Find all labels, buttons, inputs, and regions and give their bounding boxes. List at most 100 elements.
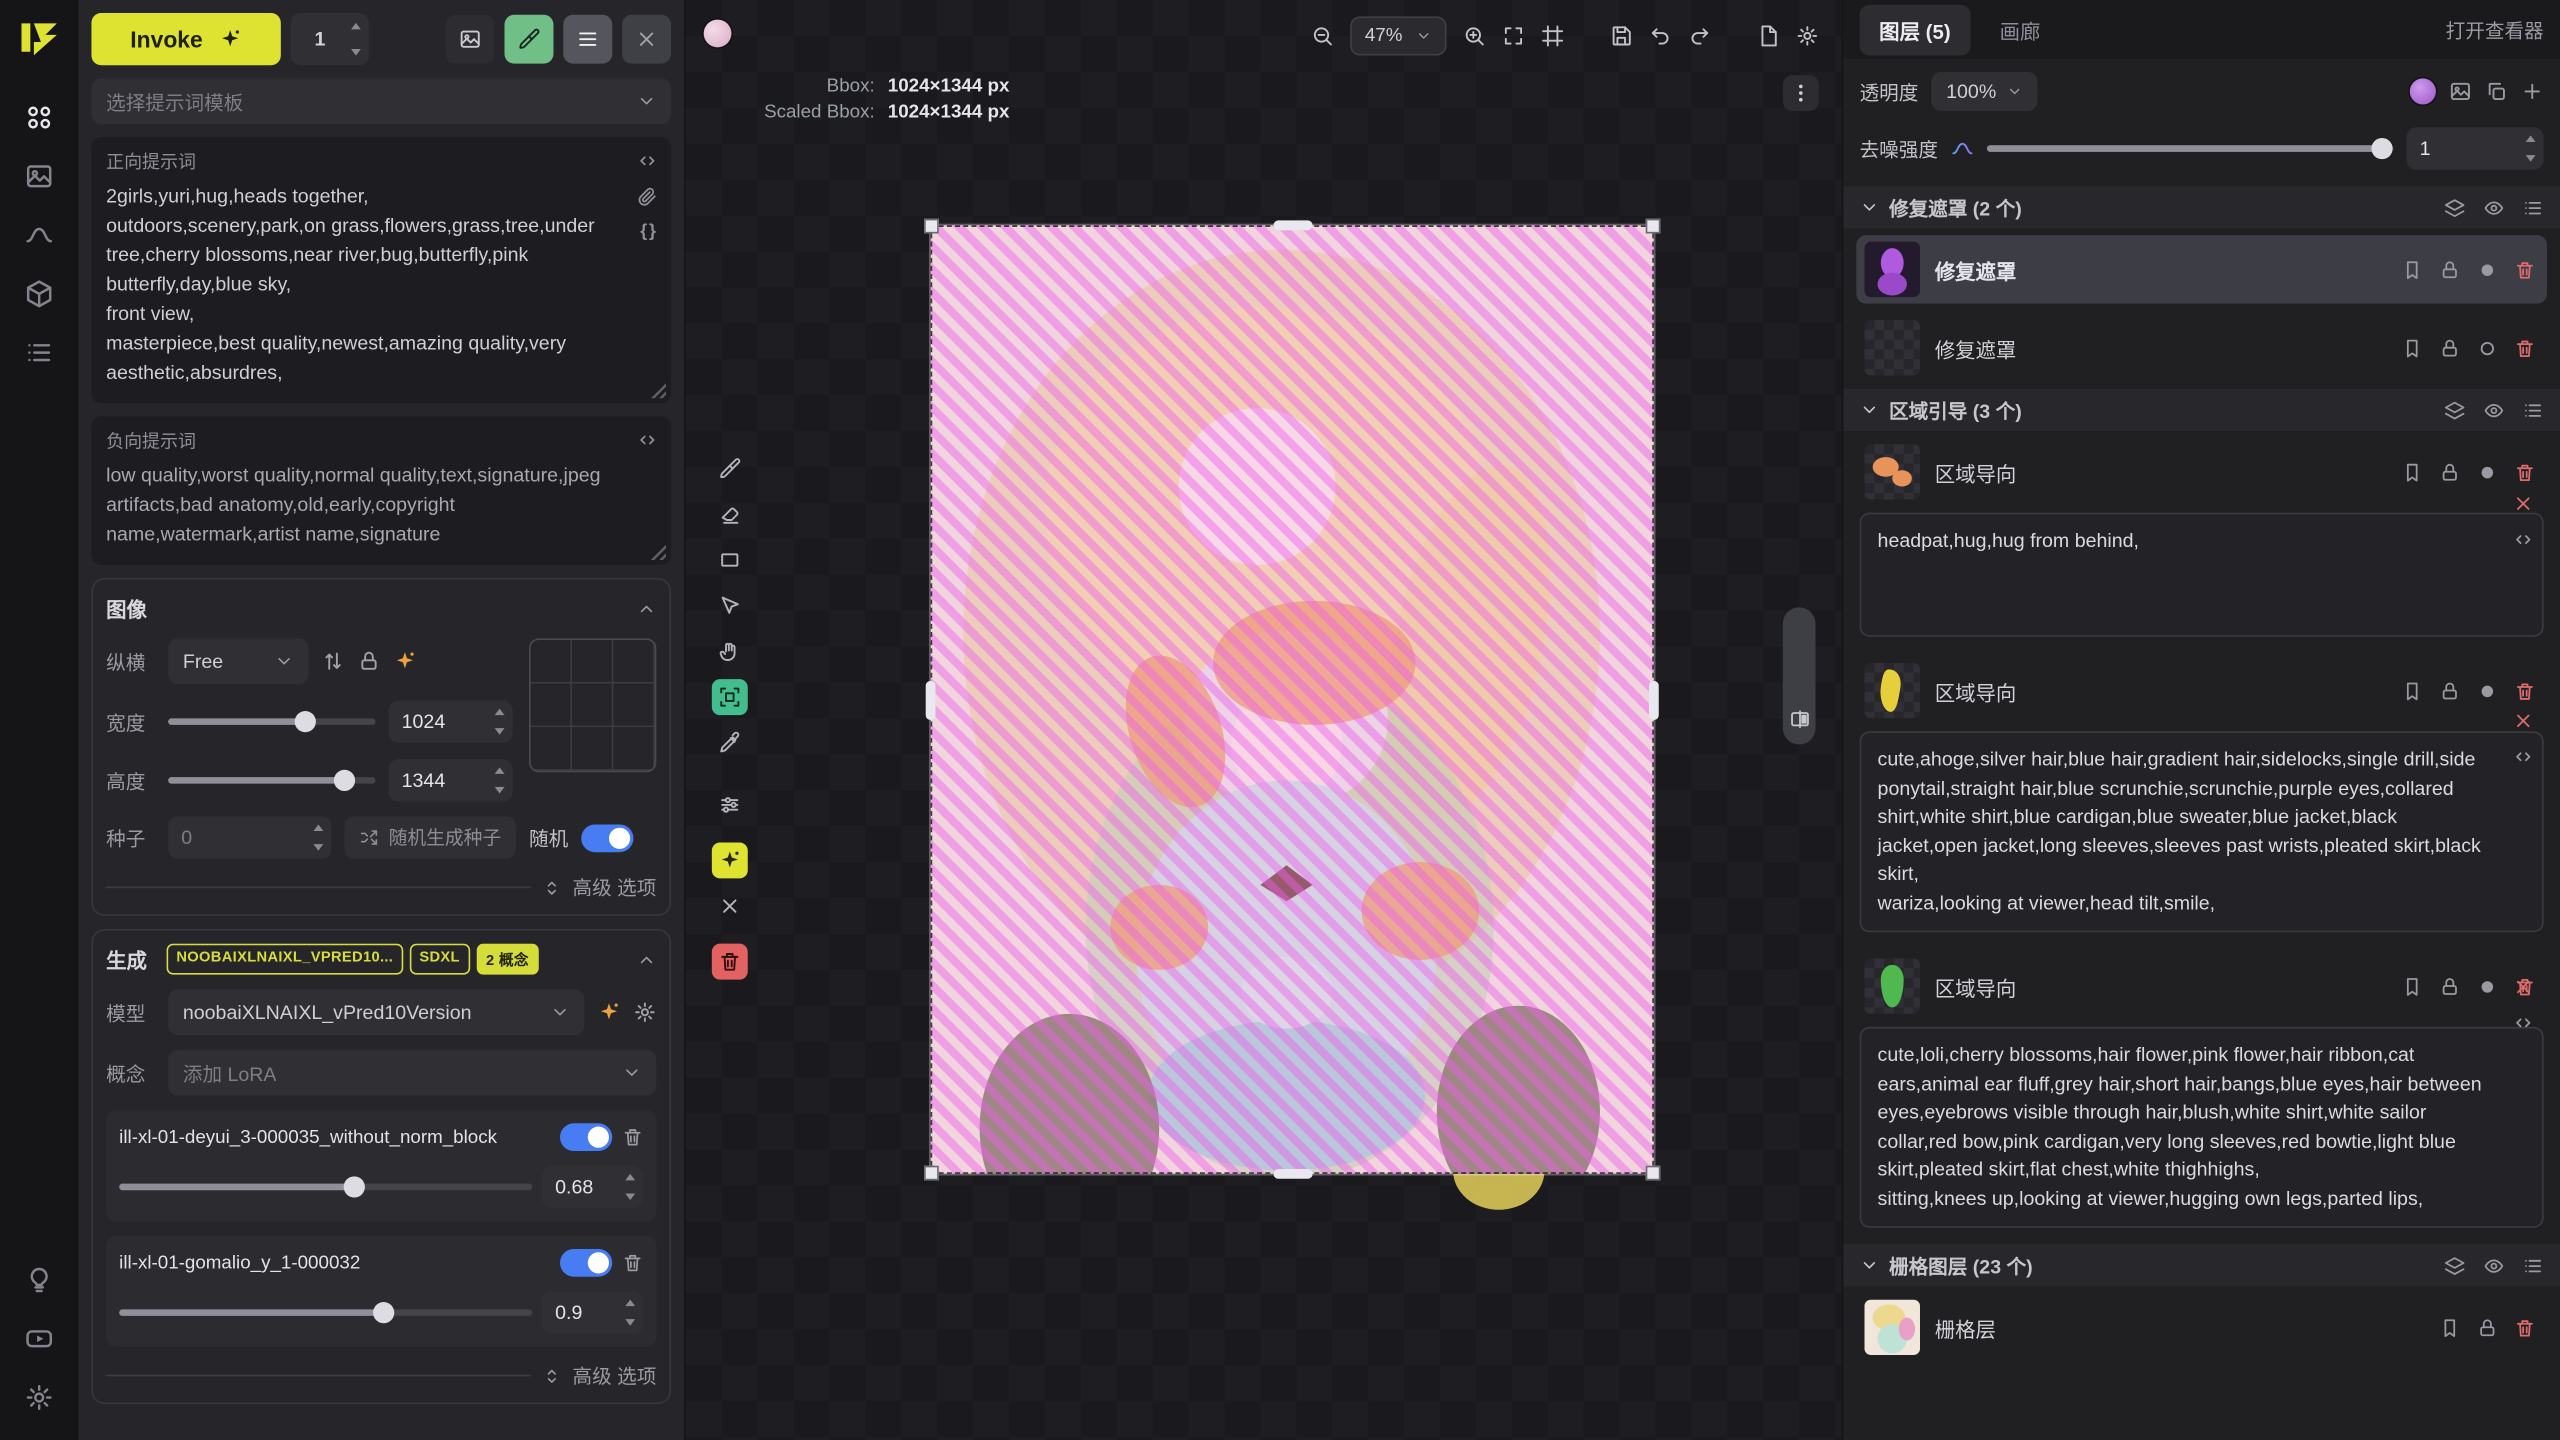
- move-tool[interactable]: [712, 588, 748, 624]
- enabled-indicator-icon[interactable]: [2477, 337, 2498, 358]
- trash-icon[interactable]: [2514, 1317, 2535, 1338]
- add-layer-icon[interactable]: [2521, 80, 2544, 103]
- add-lora-select[interactable]: 添加 LoRA: [168, 1050, 656, 1096]
- enabled-indicator-icon[interactable]: [2477, 461, 2498, 482]
- help-icon[interactable]: [11, 1257, 67, 1303]
- embed-code-icon[interactable]: [637, 150, 658, 171]
- compare-toggle-button[interactable]: [1784, 704, 1813, 733]
- swap-dimensions-icon[interactable]: [322, 650, 345, 673]
- regional-prompt-input[interactable]: cute,ahoge,silver hair,blue hair,gradien…: [1860, 731, 2544, 932]
- default-settings-icon[interactable]: [598, 1001, 621, 1024]
- videos-icon[interactable]: [11, 1316, 67, 1362]
- layer-row-inpaint-mask[interactable]: 修复遮罩: [1856, 313, 2547, 382]
- eyedropper-tool[interactable]: [712, 725, 748, 761]
- remove-prompt-icon[interactable]: [2513, 977, 2534, 998]
- width-slider[interactable]: [168, 718, 375, 725]
- queue-count-arrows[interactable]: [351, 23, 361, 56]
- lock-aspect-icon[interactable]: [358, 650, 381, 673]
- generation-bbox[interactable]: [931, 225, 1654, 1174]
- width-input[interactable]: 1024: [389, 700, 513, 742]
- height-slider[interactable]: [168, 777, 375, 784]
- bbox-handle-n[interactable]: [1273, 220, 1312, 230]
- remove-prompt-icon[interactable]: [2513, 710, 2534, 731]
- random-seed-toggle[interactable]: [581, 824, 633, 852]
- image-section-header[interactable]: 图像: [106, 593, 656, 624]
- add-image-icon[interactable]: [2449, 80, 2472, 103]
- denoise-curve-icon[interactable]: [1951, 137, 1974, 160]
- trash-icon[interactable]: [2514, 259, 2535, 280]
- embed-code-icon[interactable]: [637, 429, 658, 450]
- seed-input[interactable]: 0: [168, 816, 331, 858]
- canvas-workspace[interactable]: Bbox: 1024×1344 px Scaled Bbox: 1024×134…: [686, 0, 1842, 1440]
- queue-count-stepper[interactable]: 1: [291, 13, 369, 65]
- lock-icon[interactable]: [2439, 976, 2460, 997]
- height-input[interactable]: 1344: [389, 759, 513, 801]
- nav-queue[interactable]: [11, 330, 67, 376]
- queue-menu-button[interactable]: [563, 15, 612, 64]
- undo-button[interactable]: [1649, 24, 1672, 47]
- braces-icon[interactable]: { }: [640, 222, 654, 242]
- bookmark-icon[interactable]: [2402, 337, 2423, 358]
- zoom-select[interactable]: 47%: [1350, 16, 1446, 55]
- enabled-indicator-icon[interactable]: [2477, 680, 2498, 701]
- lora-weight-slider[interactable]: [119, 1184, 532, 1191]
- merge-layers-icon[interactable]: [2444, 399, 2465, 420]
- merge-layers-icon[interactable]: [2444, 1255, 2465, 1276]
- list-icon[interactable]: [2522, 197, 2543, 218]
- visibility-icon[interactable]: [2483, 197, 2504, 218]
- lock-icon[interactable]: [2477, 1317, 2498, 1338]
- optimize-size-icon[interactable]: [393, 650, 416, 673]
- bbox-handle-ne[interactable]: [1646, 219, 1661, 234]
- bookmark-icon[interactable]: [2402, 680, 2423, 701]
- canvas-settings-button[interactable]: [1796, 24, 1819, 47]
- redo-button[interactable]: [1688, 24, 1711, 47]
- model-select[interactable]: noobaiXLNAIXL_vPred10Version: [168, 989, 584, 1035]
- send-to-gallery-button[interactable]: [446, 15, 495, 64]
- layer-row-regional[interactable]: 区域导向: [1856, 438, 2547, 507]
- denoise-input[interactable]: 1: [2407, 127, 2544, 169]
- group-raster-layers[interactable]: 栅格图层 (23 个): [1843, 1244, 2560, 1286]
- random-seed-button[interactable]: 随机生成种子: [344, 816, 515, 858]
- group-inpaint-masks[interactable]: 修复遮罩 (2 个): [1843, 186, 2560, 228]
- model-settings-icon[interactable]: [633, 1001, 656, 1024]
- lock-icon[interactable]: [2439, 337, 2460, 358]
- negative-prompt-input[interactable]: low quality,worst quality,normal quality…: [106, 460, 656, 548]
- save-canvas-button[interactable]: [1610, 24, 1633, 47]
- bbox-handle-nw[interactable]: [924, 219, 939, 234]
- zoom-out-button[interactable]: [1311, 24, 1334, 47]
- advanced-options-row[interactable]: 高级 选项: [106, 1362, 656, 1390]
- layer-row-regional[interactable]: 区域导向: [1856, 952, 2547, 1021]
- layer-color-swatch[interactable]: [2410, 78, 2436, 104]
- embed-code-icon[interactable]: [2513, 746, 2534, 767]
- visibility-icon[interactable]: [2483, 399, 2504, 420]
- list-icon[interactable]: [2522, 1255, 2543, 1276]
- trash-icon[interactable]: [2514, 680, 2535, 701]
- opacity-select[interactable]: 100%: [1931, 72, 2037, 111]
- trash-icon[interactable]: [622, 1127, 643, 1148]
- trash-icon[interactable]: [2514, 461, 2535, 482]
- bookmark-icon[interactable]: [2439, 1317, 2460, 1338]
- new-canvas-button[interactable]: [1757, 24, 1780, 47]
- nav-canvas[interactable]: [11, 95, 67, 141]
- cancel-region-button[interactable]: [712, 888, 748, 924]
- open-viewer-button[interactable]: 打开查看器: [2446, 16, 2544, 44]
- generation-section-header[interactable]: 生成 NOOBAIXLNAIXL_VPRED10... SDXL 2 概念: [106, 944, 656, 975]
- group-regional-guidance[interactable]: 区域引导 (3 个): [1843, 389, 2560, 431]
- lora-enabled-toggle[interactable]: [560, 1249, 612, 1277]
- tab-gallery[interactable]: 画廊: [1980, 4, 2060, 55]
- invoke-button[interactable]: Invoke: [91, 13, 280, 65]
- nav-models[interactable]: [11, 271, 67, 317]
- fit-to-canvas-button[interactable]: [1502, 24, 1525, 47]
- bookmark-icon[interactable]: [2402, 259, 2423, 280]
- invoke-region-button[interactable]: [712, 842, 748, 878]
- trash-icon[interactable]: [2514, 337, 2535, 358]
- canvas-mode-button[interactable]: [504, 15, 553, 64]
- denoise-slider[interactable]: [1987, 145, 2394, 152]
- remove-prompt-icon[interactable]: [2513, 493, 2534, 514]
- merge-layers-icon[interactable]: [2444, 197, 2465, 218]
- nav-upscaling[interactable]: [11, 212, 67, 258]
- lock-icon[interactable]: [2439, 461, 2460, 482]
- list-icon[interactable]: [2522, 399, 2543, 420]
- tool-settings-button[interactable]: [712, 787, 748, 823]
- duplicate-layer-icon[interactable]: [2485, 80, 2508, 103]
